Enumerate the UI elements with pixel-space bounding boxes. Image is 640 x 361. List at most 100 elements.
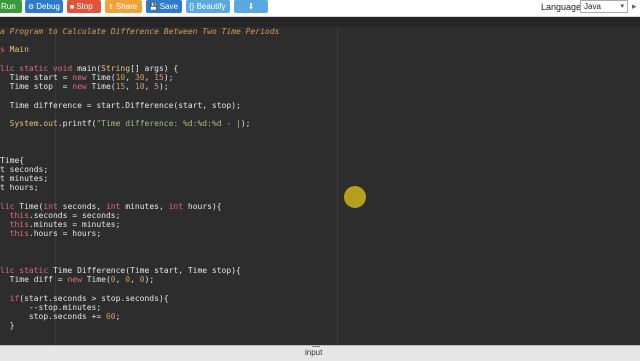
language-label: Language: [541, 2, 582, 12]
code-line[interactable]: a Program to Calculate Difference Betwee…: [0, 27, 279, 36]
beautify-button[interactable]: {} Beautify: [186, 0, 230, 13]
save-button[interactable]: 💾 Save: [146, 0, 182, 13]
code-token: 10: [134, 82, 145, 92]
code-token: String: [101, 63, 131, 73]
code-token: );: [144, 275, 155, 285]
code-token: this: [0, 220, 29, 230]
code-line[interactable]: stop.seconds += 60;: [0, 312, 121, 322]
download-button[interactable]: ⬇: [234, 0, 268, 13]
input-label: input: [305, 348, 323, 357]
share-icon: ⇪: [108, 4, 114, 11]
code-token: .minutes = minutes;: [28, 220, 121, 230]
more-icon[interactable]: ▸: [632, 1, 637, 12]
share-button[interactable]: ⇪ Share: [105, 0, 142, 13]
code-token: ,: [130, 275, 140, 285]
code-token: minutes,: [125, 201, 169, 211]
debug-button-label: Debug: [36, 2, 60, 11]
code-token: if: [0, 293, 20, 303]
code-token: ,: [125, 82, 135, 92]
code-line[interactable]: Time stop = new Time(15, 10, 5);: [0, 82, 169, 91]
debug-button[interactable]: ⚙ Debug: [25, 0, 63, 13]
code-token: Time(: [86, 275, 111, 285]
code-line[interactable]: s Main: [0, 45, 29, 54]
download-icon: ⬇: [247, 2, 255, 11]
run-button[interactable]: Run: [0, 0, 22, 13]
code-line[interactable]: t seconds;: [0, 165, 48, 174]
debug-icon: ⚙: [28, 4, 35, 11]
share-button-label: Share: [115, 2, 138, 11]
code-token: lic static void: [0, 63, 78, 73]
beautify-button-label: {} Beautify: [189, 2, 226, 11]
language-select[interactable]: Java ▾: [580, 0, 628, 13]
code-token: out: [43, 119, 58, 128]
code-line[interactable]: lic static void main(String[] args) {: [0, 64, 178, 73]
cursor-highlight: [344, 186, 366, 208]
code-token: }: [0, 321, 15, 331]
code-line[interactable]: Time difference = start.Difference(start…: [0, 101, 241, 110]
stop-icon: ■: [70, 4, 75, 11]
code-line[interactable]: Time{: [0, 156, 24, 165]
code-line[interactable]: t hours;: [0, 183, 39, 192]
code-token: --stop.minutes;: [0, 303, 102, 312]
code-token: s: [0, 45, 10, 55]
code-token: a Program to Calculate Difference Betwee…: [0, 27, 280, 36]
code-token: Time diff =: [0, 275, 68, 285]
code-token: 15: [115, 82, 126, 92]
code-token: t minutes;: [0, 174, 49, 184]
toolbar: Run ⚙ Debug ■ Stop ⇪ Share 💾 Save {} Beautif…: [0, 0, 640, 17]
code-line[interactable]: lic static Time Difference(Time start, T…: [0, 266, 241, 275]
code-token: int: [105, 201, 126, 211]
code-token: Time(: [91, 73, 116, 82]
code-token: .printf(: [57, 119, 97, 128]
code-token: ,: [144, 82, 155, 92]
code-line[interactable]: this.seconds = seconds;: [0, 211, 121, 220]
code-line[interactable]: this.hours = hours;: [0, 229, 102, 239]
language-value: Java: [584, 2, 601, 11]
code-token: ;: [115, 312, 121, 322]
code-token: this: [0, 229, 29, 239]
code-token: );: [163, 73, 174, 82]
code-token: Time difference = start.Difference(start…: [0, 100, 241, 110]
resize-grip-icon[interactable]: [312, 346, 320, 347]
run-button-label: Run: [1, 2, 16, 11]
code-token: 10: [115, 73, 126, 82]
chevron-down-icon: ▾: [620, 3, 624, 10]
code-token: Time(: [19, 201, 44, 211]
code-token: hours){: [187, 201, 222, 211]
code-token: Time Difference(Time start, Time stop){: [52, 266, 241, 276]
code-token: Time start =: [0, 73, 73, 82]
code-token: Time stop =: [0, 82, 73, 92]
code-token: int: [43, 201, 63, 211]
code-line[interactable]: --stop.minutes;: [0, 303, 101, 312]
code-token: stop.seconds +=: [0, 312, 106, 322]
code-line[interactable]: Time diff = new Time(0, 0, 0);: [0, 275, 155, 285]
code-editor[interactable]: a Program to Calculate Difference Betwee…: [0, 17, 640, 345]
code-token: 30: [134, 73, 145, 82]
code-token: 60: [105, 312, 116, 322]
code-token: t hours;: [0, 183, 39, 193]
code-token: Time(: [91, 82, 116, 92]
code-token: ,: [125, 73, 135, 82]
code-token: new: [72, 82, 92, 92]
code-line[interactable]: t minutes;: [0, 174, 48, 183]
code-line[interactable]: this.minutes = minutes;: [0, 220, 121, 230]
input-panel-bar[interactable]: input: [0, 345, 640, 361]
code-line[interactable]: lic Time(int seconds, int minutes, int h…: [0, 202, 222, 211]
code-line[interactable]: System.out.printf("Time difference: %d:%…: [0, 119, 251, 128]
code-line[interactable]: Time start = new Time(10, 30, 15);: [0, 73, 174, 82]
code-token: (start.seconds > stop.seconds){: [19, 293, 169, 303]
code-token: ,: [144, 73, 155, 82]
stop-button[interactable]: ■ Stop: [67, 0, 101, 13]
code-token: System: [0, 119, 39, 128]
code-token: ,: [115, 275, 126, 285]
code-token: .hours = hours;: [28, 229, 102, 239]
code-token: "Time difference: %d:%d:%d - |: [96, 119, 241, 128]
code-token: lic: [0, 201, 20, 211]
print-margin: [337, 27, 338, 345]
code-token: this: [0, 211, 29, 220]
code-line[interactable]: if(start.seconds > stop.seconds){: [0, 294, 169, 303]
code-line[interactable]: }: [0, 321, 15, 331]
code-token: Main: [9, 45, 29, 55]
code-token: .seconds = seconds;: [28, 211, 121, 220]
code-token: new: [67, 275, 87, 285]
